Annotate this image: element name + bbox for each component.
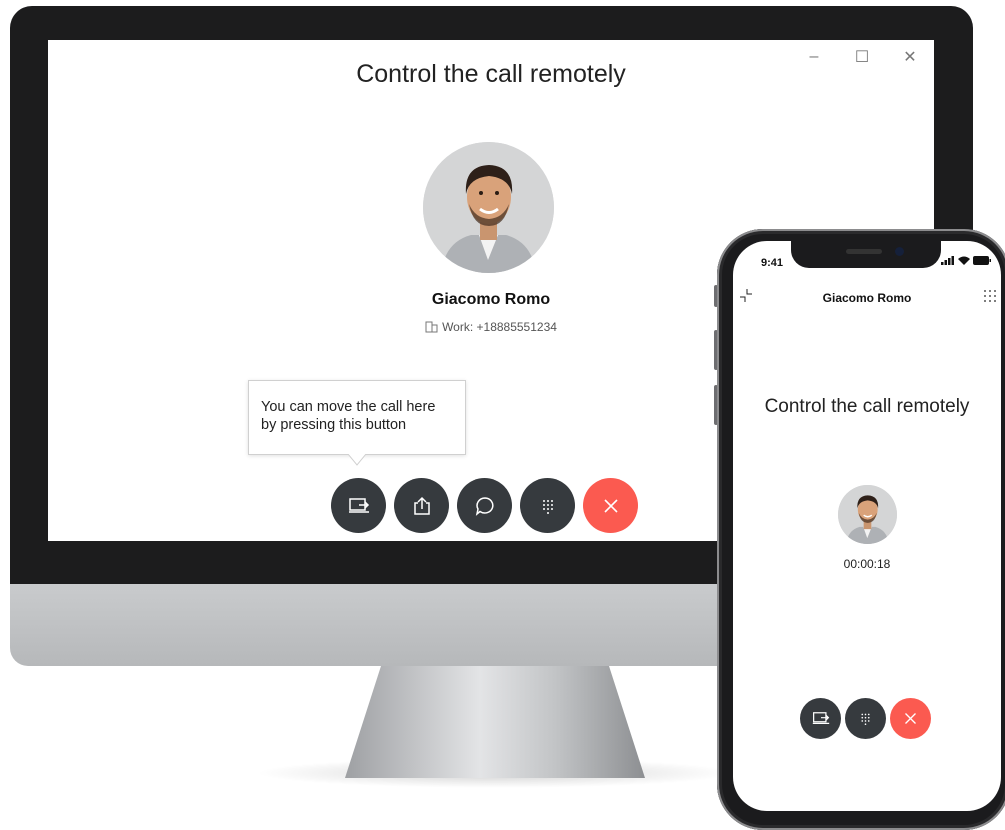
tooltip-arrow [348,454,366,466]
end-call-button[interactable] [583,478,638,533]
front-camera [895,247,904,256]
avatar [423,142,554,273]
speaker-grille [846,249,882,254]
move-call-icon [812,712,829,725]
keypad-icon [861,713,870,725]
status-time: 9:41 [761,257,784,269]
keypad-icon [542,499,553,514]
person-avatar-icon [838,485,897,544]
close-icon [603,498,618,513]
share-button[interactable] [394,478,449,533]
phone-call-controls [800,698,931,739]
status-icons [941,256,991,265]
battery-icon [973,256,991,265]
chat-button[interactable] [457,478,512,533]
phone-screen: 9:41 Giacomo Romo Control the call remot… [733,241,1001,811]
close-icon [905,713,916,724]
tooltip-text: You can move the call here by pressing t… [261,399,436,433]
share-icon [413,496,430,515]
call-controls [331,478,638,533]
move-call-button[interactable] [800,698,841,739]
contact-number-text: Work: +18885551234 [442,320,557,334]
signal-icon [941,256,954,265]
phone-page-title: Control the call remotely [764,396,970,417]
keypad-menu-icon[interactable] [983,289,997,308]
keypad-button[interactable] [845,698,886,739]
work-building-icon [425,320,438,336]
wifi-icon [958,256,970,265]
header-contact-name: Giacomo Romo [822,291,912,305]
avatar [838,485,897,544]
end-call-button[interactable] [890,698,931,739]
person-avatar-icon [423,142,554,273]
keypad-button[interactable] [520,478,575,533]
tooltip: You can move the call here by pressing t… [248,380,466,455]
move-call-button[interactable] [331,478,386,533]
call-timer: 00:00:18 [843,557,891,571]
monitor-stand [345,666,645,778]
move-call-icon [348,497,369,513]
page-title: Control the call remotely [356,60,626,88]
chat-bubble-icon [475,496,494,516]
phone-notch [791,241,941,268]
